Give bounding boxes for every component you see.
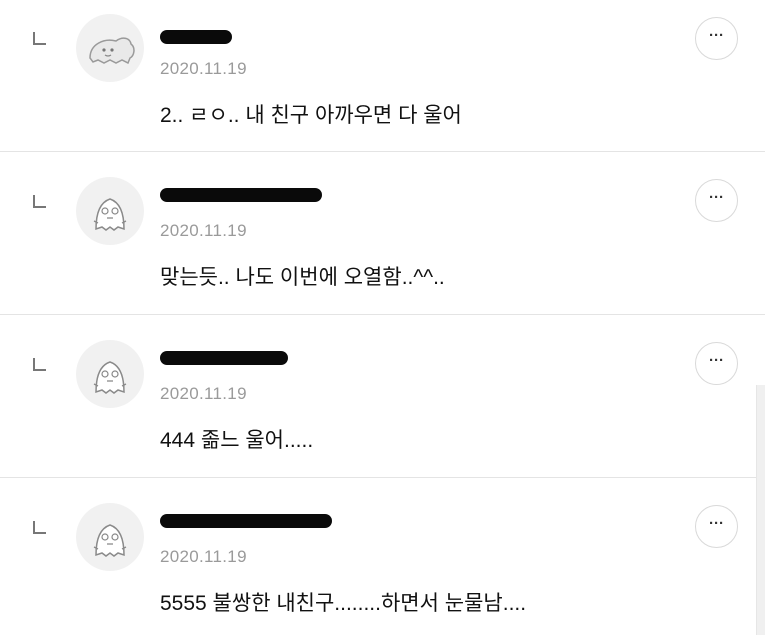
comment-text: 맞는듯.. 나도 이번에 오열함..^^..: [160, 266, 445, 289]
comment-list: 2020.11.19 2.. ㄹㅇ.. 내 친구 아까우면 다 울어 ··· 2…: [0, 0, 765, 635]
default-character-avatar-icon[interactable]: [76, 503, 144, 571]
comment-item: 2020.11.19 2.. ㄹㅇ.. 내 친구 아까우면 다 울어 ···: [0, 0, 765, 152]
default-character-avatar-icon[interactable]: [76, 340, 144, 408]
comment-date: 2020.11.19: [160, 384, 247, 403]
more-dots-icon: ···: [709, 352, 724, 369]
default-character-avatar-icon[interactable]: [76, 177, 144, 245]
scrollbar-track[interactable]: [756, 385, 765, 635]
comment-date: 2020.11.19: [160, 221, 247, 240]
comment-text: 444 졺느 울어.....: [160, 429, 314, 452]
comment-date: 2020.11.19: [160, 59, 247, 78]
reply-indicator-icon: [33, 195, 46, 208]
dinosaur-avatar-icon[interactable]: [76, 14, 144, 82]
comment-item: 2020.11.19 맞는듯.. 나도 이번에 오열함..^^.. ···: [0, 152, 765, 315]
comment-text: 5555 불쌍한 내친구........하면서 눈물남....: [160, 592, 527, 615]
author-name-redacted: [160, 351, 288, 365]
comment-text: 2.. ㄹㅇ.. 내 친구 아까우면 다 울어: [160, 104, 462, 127]
more-options-button[interactable]: ···: [695, 342, 738, 385]
reply-indicator-icon: [33, 32, 46, 45]
more-dots-icon: ···: [709, 515, 724, 532]
comment-item: 2020.11.19 5555 불쌍한 내친구........하면서 눈물남..…: [0, 478, 765, 635]
more-dots-icon: ···: [709, 27, 724, 44]
more-options-button[interactable]: ···: [695, 17, 738, 60]
author-name-redacted: [160, 514, 332, 528]
reply-indicator-icon: [33, 358, 46, 371]
author-name-redacted: [160, 30, 232, 44]
author-name-redacted: [160, 188, 322, 202]
comment-item: 2020.11.19 444 졺느 울어..... ···: [0, 315, 765, 478]
comment-date: 2020.11.19: [160, 547, 247, 566]
more-options-button[interactable]: ···: [695, 179, 738, 222]
reply-indicator-icon: [33, 521, 46, 534]
more-dots-icon: ···: [709, 189, 724, 206]
more-options-button[interactable]: ···: [695, 505, 738, 548]
